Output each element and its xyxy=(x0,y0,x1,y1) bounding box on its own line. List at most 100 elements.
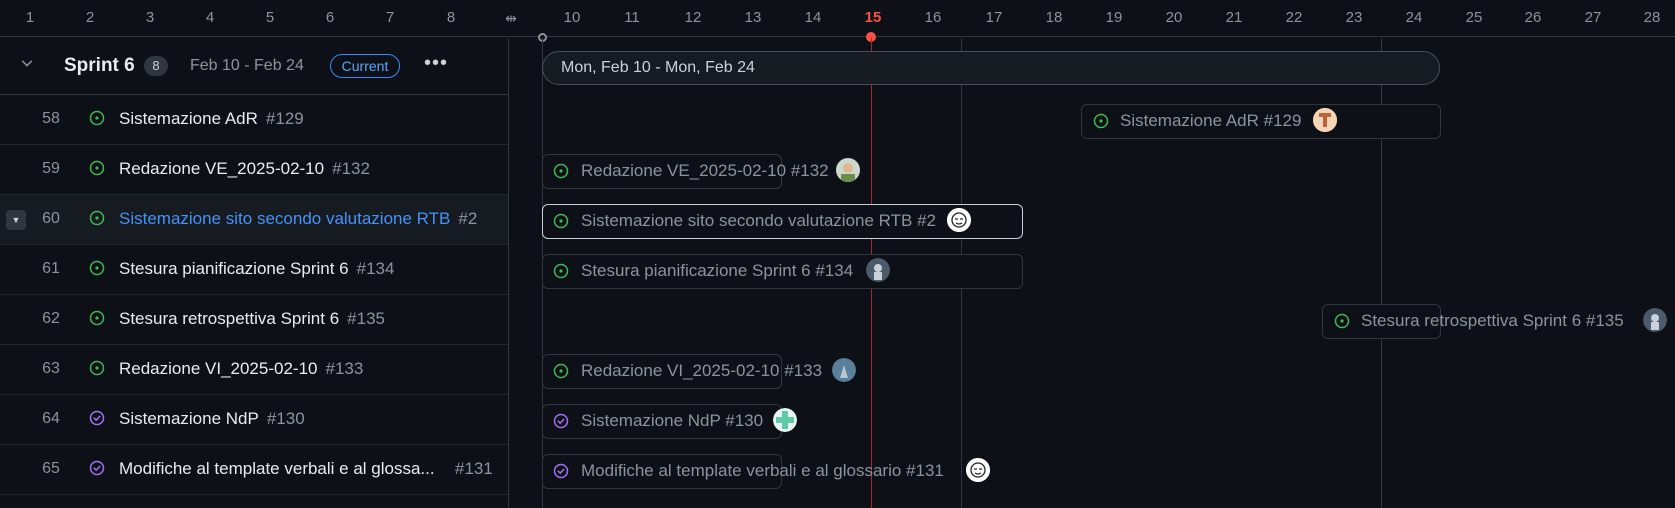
issue-closed-icon xyxy=(553,463,569,479)
issue-number: #131 xyxy=(455,459,493,478)
row-number: 59 xyxy=(42,160,60,177)
day-label: 2 xyxy=(85,9,95,26)
day-label: 6 xyxy=(325,9,335,26)
current-status-badge: Current xyxy=(330,54,400,78)
row-title-cell[interactable]: Redazione VI_2025-02-10 #133 xyxy=(119,359,363,379)
timeline-item-label: Sistemazione sito secondo valutazione RT… xyxy=(581,211,936,230)
issue-title[interactable]: Modifiche al template verbali e al gloss… xyxy=(119,459,435,478)
issue-open-icon xyxy=(89,160,105,176)
issue-title[interactable]: Sistemazione AdR xyxy=(119,109,258,128)
table-row[interactable]: 58 Sistemazione AdR #129 xyxy=(0,95,508,145)
issue-open-icon xyxy=(553,163,569,179)
day-label: 17 xyxy=(985,9,1003,26)
timeline-date-header: 1 2 3 4 5 6 7 8 ⇹ 10 11 12 13 14 15 16 1… xyxy=(0,0,1675,42)
day-label: 16 xyxy=(924,9,942,26)
table-row[interactable]: 61 Stesura pianificazione Sprint 6 #134 xyxy=(0,245,508,295)
row-number: 58 xyxy=(42,110,60,127)
issue-closed-icon xyxy=(89,460,105,476)
day-label: 4 xyxy=(205,9,215,26)
day-label: 14 xyxy=(804,9,822,26)
assignee-avatar[interactable] xyxy=(1313,108,1337,132)
day-label: 24 xyxy=(1405,9,1423,26)
assignee-avatar[interactable] xyxy=(966,458,990,482)
sprint-group-header: Sprint 6 8 Feb 10 - Feb 24 Current ••• xyxy=(0,38,508,95)
table-row[interactable]: 63 Redazione VI_2025-02-10 #133 xyxy=(0,345,508,395)
day-label: 18 xyxy=(1045,9,1063,26)
issue-number: #2 xyxy=(458,209,478,228)
day-label: 28 xyxy=(1643,9,1661,26)
sprint-range-bar[interactable]: Mon, Feb 10 - Mon, Feb 24 xyxy=(542,51,1440,85)
issue-closed-icon xyxy=(89,410,105,426)
issue-open-icon xyxy=(89,110,105,126)
row-number: 64 xyxy=(42,410,60,427)
sprint-range-label: Mon, Feb 10 - Mon, Feb 24 xyxy=(561,59,755,76)
assignee-avatar[interactable] xyxy=(773,408,797,432)
issue-open-icon xyxy=(553,213,569,229)
row-expand-toggle[interactable]: ▼ xyxy=(6,210,26,230)
sprint-title: Sprint 6 xyxy=(64,55,135,76)
day-label: 11 xyxy=(624,9,640,26)
issue-open-icon xyxy=(1334,313,1350,329)
issue-open-icon xyxy=(1093,113,1109,129)
issue-number: #132 xyxy=(332,159,370,178)
timeline-item-label: Modifiche al template verbali e al gloss… xyxy=(581,461,944,480)
table-row[interactable]: 65 Modifiche al template verbali e al gl… xyxy=(0,445,508,495)
day-label: 25 xyxy=(1465,9,1483,26)
issue-number: #135 xyxy=(347,309,385,328)
row-number: 63 xyxy=(42,360,60,377)
assignee-avatar[interactable] xyxy=(836,158,860,182)
today-day-label: 15 xyxy=(864,9,882,26)
timeline-item-label: Stesura retrospettiva Sprint 6 #135 xyxy=(1361,311,1624,330)
day-label: 5 xyxy=(265,9,275,26)
timeline-item-label: Redazione VE_2025-02-10 #132 xyxy=(581,161,829,180)
issue-number: #130 xyxy=(266,409,305,428)
issue-open-icon xyxy=(89,260,105,276)
issue-open-icon xyxy=(553,263,569,279)
issue-title[interactable]: Redazione VE_2025-02-10 xyxy=(119,159,324,178)
day-label: 19 xyxy=(1105,9,1123,26)
assignee-avatar[interactable] xyxy=(866,258,890,282)
issue-title[interactable]: Redazione VI_2025-02-10 xyxy=(119,359,317,378)
issue-number: #133 xyxy=(325,359,364,378)
table-row[interactable]: 59 Redazione VE_2025-02-10 #132 xyxy=(0,145,508,195)
day-label: 10 xyxy=(563,9,581,26)
row-title-cell[interactable]: Stesura pianificazione Sprint 6 #134 xyxy=(119,259,394,279)
row-number: 61 xyxy=(42,260,60,277)
day-label: 7 xyxy=(385,9,395,26)
more-options-button[interactable]: ••• xyxy=(422,52,450,78)
issue-open-icon xyxy=(89,210,105,226)
day-label: 27 xyxy=(1584,9,1602,26)
issue-title[interactable]: Stesura retrospettiva Sprint 6 xyxy=(119,309,339,328)
table-row[interactable]: 64 Sistemazione NdP #130 xyxy=(0,395,508,445)
timeline-item-label: Stesura pianificazione Sprint 6 #134 xyxy=(581,261,854,280)
issue-title[interactable]: Sistemazione NdP xyxy=(119,409,259,428)
table-row[interactable]: ▼ 60 Sistemazione sito secondo valutazio… xyxy=(0,195,508,245)
day-label: 20 xyxy=(1165,9,1183,26)
assignee-avatar[interactable] xyxy=(947,208,971,232)
day-label: 23 xyxy=(1345,9,1363,26)
assignee-avatar[interactable] xyxy=(1643,308,1667,332)
issue-title[interactable]: Stesura pianificazione Sprint 6 xyxy=(119,259,349,278)
row-number: 65 xyxy=(42,460,60,477)
table-row[interactable]: 62 Stesura retrospettiva Sprint 6 #135 xyxy=(0,295,508,345)
issue-open-icon xyxy=(89,360,105,376)
timeline-item-label: Sistemazione NdP #130 xyxy=(581,411,764,430)
row-title-cell[interactable]: Sistemazione NdP #130 xyxy=(119,409,305,429)
item-count-badge: 8 xyxy=(144,56,168,76)
row-title-cell[interactable]: Sistemazione AdR #129 xyxy=(119,109,304,129)
issue-title-link[interactable]: Sistemazione sito secondo valutazione RT… xyxy=(119,209,450,228)
issue-open-icon xyxy=(553,363,569,379)
issue-number: #129 xyxy=(265,109,304,128)
assignee-avatar[interactable] xyxy=(832,358,856,382)
row-title-cell[interactable]: Redazione VE_2025-02-10 #132 xyxy=(119,159,370,179)
chevron-down-icon[interactable] xyxy=(18,56,36,74)
row-title-cell[interactable]: Sistemazione sito secondo valutazione RT… xyxy=(119,209,477,229)
issue-number: #134 xyxy=(356,259,395,278)
row-title-cell[interactable]: Stesura retrospettiva Sprint 6 #135 xyxy=(119,309,385,329)
row-title-cell[interactable]: Modifiche al template verbali e al gloss… xyxy=(119,459,435,479)
sprint-date-range: Feb 10 - Feb 24 xyxy=(190,57,304,74)
day-label: 12 xyxy=(684,9,702,26)
day-label: 21 xyxy=(1225,9,1243,26)
timeline-item-label: Sistemazione AdR #129 xyxy=(1120,111,1302,130)
column-resize-handle[interactable]: ⇹ xyxy=(498,8,524,28)
